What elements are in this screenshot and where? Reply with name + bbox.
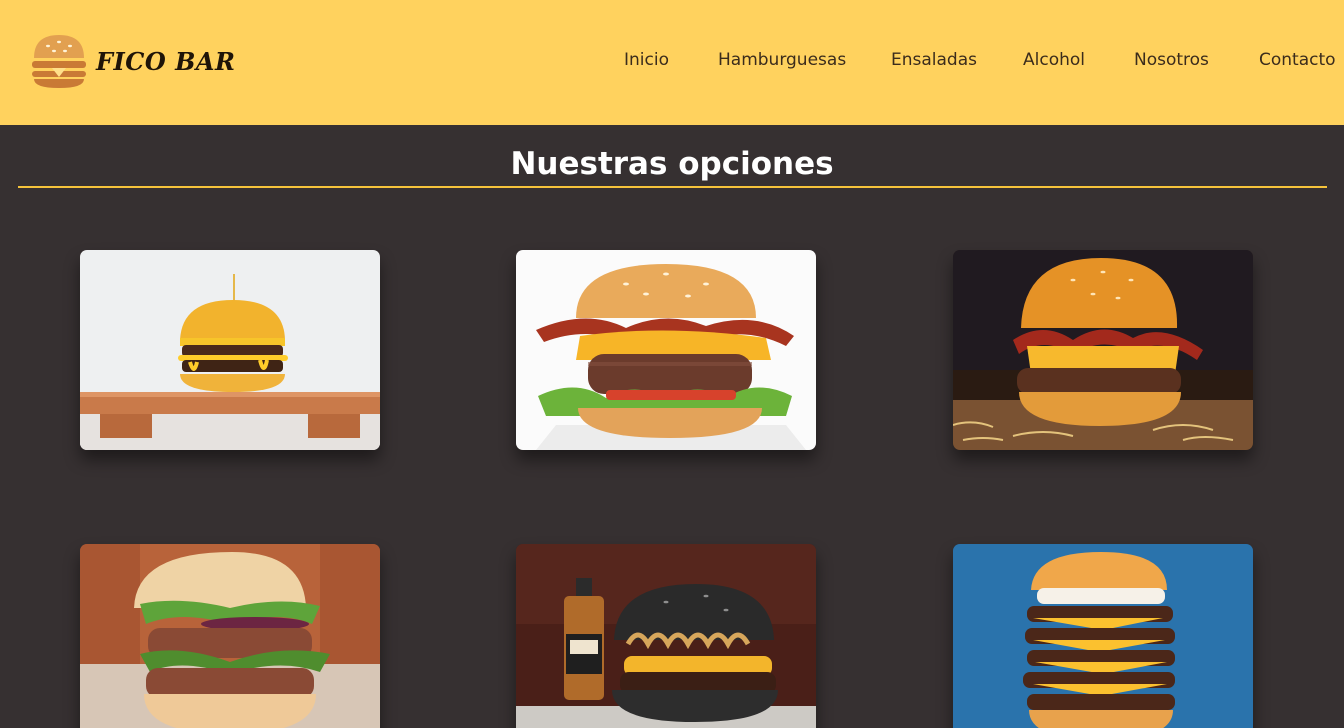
nav-link-hamburguesas[interactable]: Hamburguesas (718, 50, 846, 70)
burger-card-6[interactable] (953, 544, 1253, 728)
burger-card-1[interactable] (80, 250, 380, 450)
burger-photo-4 (80, 544, 380, 728)
burger-photo-3 (953, 250, 1253, 450)
burger-photo-2 (516, 250, 816, 450)
burger-card-4[interactable] (80, 544, 380, 728)
nav-link-inicio[interactable]: Inicio (624, 50, 669, 70)
burger-photo-5 (516, 544, 816, 728)
site-header: FICO BAR Inicio Hamburguesas Ensaladas A… (0, 0, 1344, 125)
main-nav: Inicio Hamburguesas Ensaladas Alcohol No… (0, 50, 1344, 74)
nav-link-nosotros[interactable]: Nosotros (1134, 50, 1209, 70)
nav-link-ensaladas[interactable]: Ensaladas (891, 50, 977, 70)
nav-link-contacto[interactable]: Contacto (1259, 50, 1336, 70)
burger-photo-1 (80, 250, 380, 450)
burger-card-2[interactable] (516, 250, 816, 450)
burger-card-5[interactable] (516, 544, 816, 728)
burger-photo-6 (953, 544, 1253, 728)
nav-link-alcohol[interactable]: Alcohol (1023, 50, 1085, 70)
burger-card-3[interactable] (953, 250, 1253, 450)
title-divider (18, 186, 1327, 188)
section-title: Nuestras opciones (510, 146, 834, 182)
